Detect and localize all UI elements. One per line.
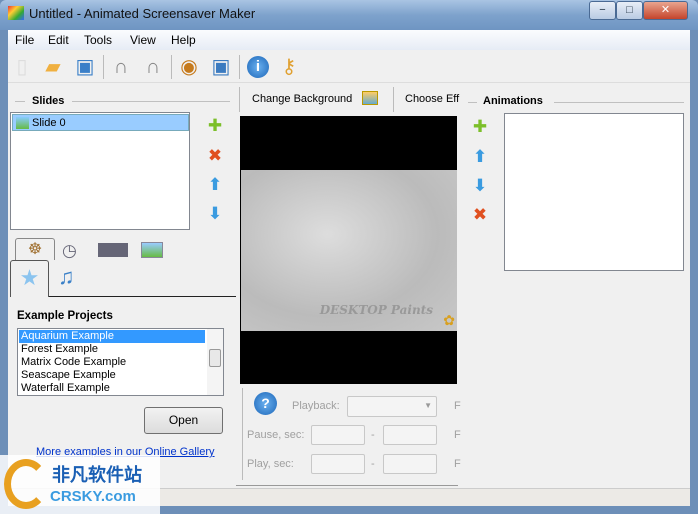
change-background-button[interactable]: Change Background	[252, 93, 352, 105]
window-title: Untitled - Animated Screensaver Maker	[29, 6, 256, 21]
site-watermark: 非凡软件站 CRSKY.com	[0, 455, 160, 514]
add-animation-button[interactable]: ✚	[470, 117, 490, 137]
tab-music[interactable]: ♫	[58, 264, 75, 290]
preview-icon[interactable]: ◉	[176, 55, 202, 79]
animation-down-button[interactable]: ⬇	[470, 176, 490, 196]
toolbar-separator	[171, 55, 172, 79]
example-item[interactable]: Waterfall Example	[18, 382, 223, 395]
example-projects-list[interactable]: Aquarium Example Forest Example Matrix C…	[17, 328, 224, 396]
divider	[468, 102, 477, 103]
dash: -	[371, 458, 375, 470]
delete-animation-button[interactable]: ✖	[470, 205, 490, 225]
slide-icon	[16, 117, 29, 129]
move-down-button[interactable]: ⬇	[205, 204, 225, 224]
pause-max-input[interactable]	[383, 425, 437, 445]
choose-effect-button[interactable]: Choose Eff	[405, 93, 459, 105]
tab-timing[interactable]: ◷	[62, 241, 77, 261]
help-icon[interactable]: ?	[254, 392, 277, 415]
example-projects-header: Example Projects	[17, 310, 113, 322]
butterfly-icon: ✿	[443, 312, 455, 328]
tab-background[interactable]: ☸	[15, 238, 55, 260]
about-icon[interactable]: i	[247, 56, 269, 78]
new-icon[interactable]: ▯	[9, 55, 35, 79]
example-item[interactable]: Aquarium Example	[19, 330, 205, 343]
scrollbar-thumb[interactable]	[209, 349, 221, 367]
pause-label: Pause, sec:	[247, 429, 305, 441]
f-label: F	[454, 400, 461, 412]
slide-label: Slide 0	[32, 117, 66, 129]
menu-help[interactable]: Help	[171, 33, 196, 47]
example-item[interactable]: Matrix Code Example	[18, 356, 223, 369]
pause-min-input[interactable]	[311, 425, 365, 445]
add-slide-button[interactable]: ✚	[205, 116, 225, 136]
example-item[interactable]: Seascape Example	[18, 369, 223, 382]
divider	[242, 388, 243, 480]
toolbar-separator	[239, 55, 240, 79]
divider	[239, 87, 240, 112]
maximize-button[interactable]: □	[616, 1, 643, 20]
divider	[236, 485, 458, 486]
f-label: F	[454, 458, 461, 470]
divider	[554, 102, 684, 103]
watermark-logo	[4, 459, 48, 509]
playback-label: Playback:	[292, 400, 340, 412]
save-icon[interactable]: ▣	[72, 55, 98, 79]
play-max-input[interactable]	[383, 454, 437, 474]
delete-slide-button[interactable]: ✖	[205, 146, 225, 166]
close-button[interactable]: ✕	[643, 1, 688, 20]
animations-header: Animations	[483, 95, 543, 107]
watermark-en: CRSKY.com	[50, 488, 136, 505]
scrollbar[interactable]	[207, 329, 223, 395]
register-key-icon[interactable]: ⚷	[276, 55, 302, 79]
slides-header: Slides	[32, 95, 65, 107]
background-image-icon[interactable]	[362, 91, 378, 105]
tab-effects[interactable]	[98, 243, 128, 257]
app-icon	[8, 6, 24, 20]
toolbar-separator	[103, 55, 104, 79]
play-label: Play, sec:	[247, 458, 294, 470]
minimize-button[interactable]: −	[589, 1, 616, 20]
menu-view[interactable]: View	[130, 33, 156, 47]
tab-image[interactable]	[141, 242, 163, 258]
tab-divider	[49, 296, 236, 297]
install-screensaver-icon[interactable]: ▣	[208, 55, 234, 79]
open-button[interactable]: Open	[144, 407, 223, 434]
playback-select[interactable]: ▼	[347, 396, 437, 417]
open-icon[interactable]: ▰	[40, 55, 66, 79]
menu-file[interactable]: File	[15, 33, 34, 47]
watermark-cn: 非凡软件站	[52, 465, 142, 485]
move-up-button[interactable]: ⬆	[205, 175, 225, 195]
animation-up-button[interactable]: ⬆	[470, 147, 490, 167]
menu-edit[interactable]: Edit	[48, 33, 69, 47]
example-item[interactable]: Forest Example	[18, 343, 223, 356]
divider	[72, 101, 230, 102]
preview-watermark: DESKTOP Paints	[319, 303, 433, 317]
divider	[15, 101, 25, 102]
undo-icon[interactable]: ∩	[108, 55, 134, 79]
dash: -	[371, 429, 375, 441]
menu-tools[interactable]: Tools	[84, 33, 112, 47]
preview-image: DESKTOP Paints ✿	[241, 170, 457, 331]
play-min-input[interactable]	[311, 454, 365, 474]
animations-list[interactable]	[504, 113, 684, 271]
redo-icon[interactable]: ∩	[140, 55, 166, 79]
divider	[393, 87, 394, 112]
slide-item[interactable]: Slide 0	[12, 114, 189, 131]
f-label: F	[454, 429, 461, 441]
tab-examples-star[interactable]: ★	[10, 260, 49, 297]
